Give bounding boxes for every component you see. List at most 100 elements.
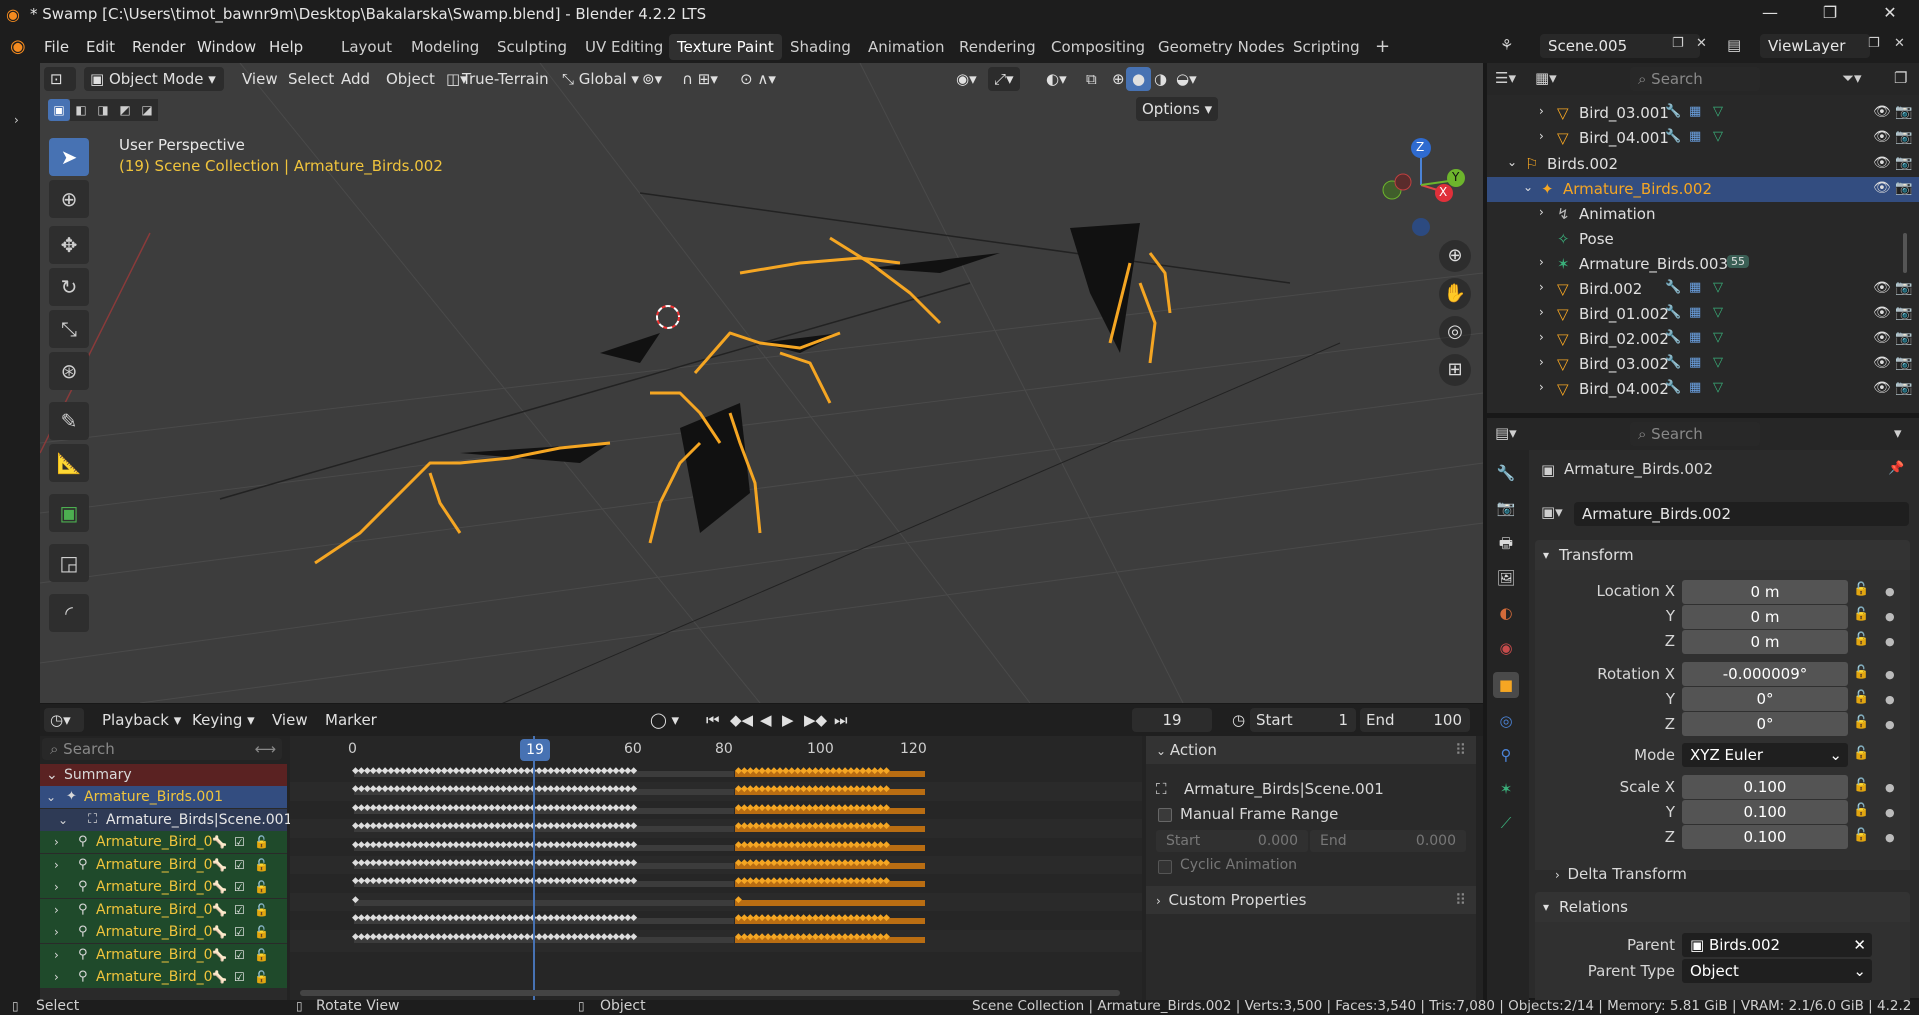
bone-icon[interactable]: 🦴 — [212, 876, 227, 898]
cyclic-animation-checkbox[interactable] — [1158, 860, 1172, 874]
channel-row-group[interactable]: › ⚲ Armature_Bird_0 🦴 ☑ 🔓 — [40, 943, 287, 966]
proportional-edit-icon[interactable]: ⊙ ∧▾ — [734, 67, 782, 91]
move-tool-icon[interactable]: ✥ — [49, 226, 89, 264]
scene-icon[interactable]: ⚘ — [1500, 36, 1513, 54]
keyframe-diamonds[interactable]: ◆◆◆◆◆◆◆◆◆◆◆◆◆◆◆◆◆◆◆◆◆◆◆◆◆◆◆◆◆◆◆◆◆◆◆◆◆◆◆◆… — [352, 766, 637, 776]
lock-icon[interactable]: 🔓 — [1853, 746, 1869, 761]
keyframe-diamonds[interactable]: ◆◆◆◆◆◆◆◆◆◆◆◆◆◆◆◆◆◆◆◆◆◆◆◆◆◆◆◆◆◆◆◆◆◆◆◆◆◆◆◆… — [352, 876, 637, 886]
eye-icon[interactable]: 👁 — [1873, 155, 1891, 171]
menu-add[interactable]: Add — [335, 67, 376, 91]
maximize-button[interactable]: ❐ — [1818, 3, 1842, 27]
chevron-down-icon[interactable]: ⌄ — [1507, 155, 1517, 169]
brush-name[interactable]: True-Terrain — [456, 67, 555, 91]
expand-arrow-icon[interactable]: › — [14, 113, 19, 127]
camera-icon[interactable]: 📷 — [1895, 180, 1912, 196]
clear-parent-icon[interactable]: ✕ — [1853, 933, 1866, 957]
object-tab-icon[interactable]: ■ — [1493, 672, 1519, 698]
selected-keyframe-diamonds[interactable]: ◆◆◆◆◆◆◆◆◆◆◆◆◆◆◆◆◆◆◆◆◆◆◆◆◆◆ — [735, 803, 890, 813]
physics-tab-icon[interactable]: ◎ — [1493, 708, 1519, 734]
keyframe-diamonds[interactable]: ◆◆◆◆◆◆◆◆◆◆◆◆◆◆◆◆◆◆◆◆◆◆◆◆◆◆◆◆◆◆◆◆◆◆◆◆◆◆◆◆… — [352, 858, 637, 868]
keyframe-dot-icon[interactable]: ● — [1885, 781, 1895, 794]
playhead-line[interactable] — [533, 736, 535, 1000]
chevron-right-icon[interactable]: › — [1539, 380, 1544, 394]
parent-field[interactable]: ▣ Birds.002 ✕ — [1682, 933, 1872, 957]
chevron-right-icon[interactable]: › — [54, 854, 59, 876]
world-tab-icon[interactable]: ◉ — [1493, 635, 1519, 661]
parent-type-dropdown[interactable]: Object ⌄ — [1682, 959, 1872, 983]
chevron-right-icon[interactable]: › — [1539, 205, 1544, 219]
rotate-tool-icon[interactable]: ↻ — [49, 268, 89, 306]
action-panel-header[interactable]: ⌄ Action ⠿ — [1146, 736, 1476, 764]
camera-icon[interactable]: 📷 — [1895, 155, 1912, 171]
menu-view[interactable]: View — [236, 67, 284, 91]
measure-tool-icon[interactable]: 📐 — [49, 444, 89, 482]
selected-keyframe-diamonds[interactable]: ◆ — [735, 895, 742, 905]
pivot-icon[interactable]: ⊚▾ — [636, 67, 668, 91]
selected-keyframe-diamonds[interactable]: ◆◆◆◆◆◆◆◆◆◆◆◆◆◆◆◆◆◆◆◆◆◆◆◆◆◆ — [735, 840, 890, 850]
scale-tool-icon[interactable]: ⤡ — [49, 310, 89, 348]
chevron-right-icon[interactable]: › — [54, 831, 59, 853]
tool-tab-icon[interactable]: 🔧 — [1493, 460, 1519, 486]
tab-sculpting[interactable]: Sculpting — [489, 34, 575, 60]
lock-icon[interactable]: 🔓 — [1853, 828, 1869, 843]
action-start-field[interactable]: Start 0.000 — [1156, 830, 1308, 852]
menu-window[interactable]: Window — [191, 35, 262, 59]
collapse-arrow-icon[interactable]: ▾ — [1894, 424, 1902, 442]
rotation-z-field[interactable]: 0° — [1682, 712, 1848, 736]
options-dropdown[interactable]: Options ▾ — [1136, 97, 1219, 121]
custom-properties-header[interactable]: › Custom Properties ⠿ — [1146, 886, 1476, 914]
keyframe-dot-icon[interactable]: ● — [1885, 585, 1895, 598]
menu-file[interactable]: File — [38, 35, 75, 59]
location-x-field[interactable]: 0 m — [1682, 580, 1848, 604]
render-tab-icon[interactable]: 📷 — [1493, 495, 1519, 521]
filter-icon[interactable]: ⏷▾ — [1842, 69, 1862, 87]
view-layer-icon[interactable]: ▤ — [1727, 36, 1741, 54]
cursor-tool-icon[interactable]: ⊕ — [49, 180, 89, 218]
chevron-right-icon[interactable]: › — [1539, 355, 1544, 369]
camera-view-icon[interactable]: ◎ — [1439, 316, 1471, 348]
dopesheet-scrollbar[interactable] — [300, 990, 1120, 996]
keyframe-diamonds[interactable]: ◆◆◆◆◆◆◆◆◆◆◆◆◆◆◆◆◆◆◆◆◆◆◆◆◆◆◆◆◆◆◆◆◆◆◆◆◆◆◆◆… — [352, 840, 637, 850]
view-layer-tab-icon[interactable]: 🖼 — [1493, 565, 1519, 591]
annotate-tool-icon[interactable]: ✎ — [49, 402, 89, 440]
camera-icon[interactable]: 📷 — [1895, 280, 1912, 296]
xray-icon[interactable]: ⧉ — [1080, 67, 1103, 91]
lock-icon[interactable]: 🔓 — [1853, 607, 1869, 622]
camera-icon[interactable]: 📷 — [1895, 305, 1912, 321]
keyframe-dot-icon[interactable]: ● — [1885, 635, 1895, 648]
chevron-right-icon[interactable]: › — [1539, 305, 1544, 319]
channel-row-group[interactable]: › ⚲ Armature_Bird_0 🦴 ☑ 🔓 — [40, 876, 287, 898]
camera-icon[interactable]: 📷 — [1895, 380, 1912, 396]
keyframe-diamonds[interactable]: ◆ — [352, 895, 359, 905]
select-tool-icon[interactable]: ➤ — [49, 138, 89, 176]
tab-layout[interactable]: Layout — [333, 34, 400, 60]
tab-compositing[interactable]: Compositing — [1043, 34, 1153, 60]
keyframe-dot-icon[interactable]: ● — [1885, 831, 1895, 844]
outliner-row[interactable]: › ▽ Bird_03.001 🔧 ▦ ▽ 👁 📷 — [1487, 101, 1919, 126]
transform-panel-header[interactable]: ▾ Transform — [1535, 540, 1910, 570]
pan-hand-icon[interactable]: ✋ — [1439, 278, 1471, 310]
chevron-down-icon[interactable]: ⌄ — [1523, 180, 1533, 194]
object-datablock-icon[interactable]: ▣▾ — [1541, 503, 1563, 521]
outliner-row[interactable]: › ▽ Bird_02.002 🔧 ▦ ▽ 👁 📷 — [1487, 327, 1919, 352]
keyframe-dot-icon[interactable]: ● — [1885, 718, 1895, 731]
channel-row-object[interactable]: ⌄ ✦ Armature_Birds.001 — [40, 786, 287, 808]
keyframe-diamonds[interactable]: ◆◆◆◆◆◆◆◆◆◆◆◆◆◆◆◆◆◆◆◆◆◆◆◆◆◆◆◆◆◆◆◆◆◆◆◆◆◆◆◆… — [352, 803, 637, 813]
gizmo-toggle-icon[interactable]: ⤢▾ — [988, 67, 1020, 91]
outliner-row[interactable]: › ▽ Bird_03.002 🔧 ▦ ▽ 👁 📷 — [1487, 352, 1919, 377]
drag-handle-icon[interactable]: ⠿ — [1455, 736, 1466, 764]
lock-icon[interactable]: 🔓 — [1853, 690, 1869, 705]
menu-select[interactable]: Select — [282, 67, 340, 91]
keyframe-dot-icon[interactable]: ● — [1885, 610, 1895, 623]
delete-view-layer-icon[interactable]: ✕ — [1894, 36, 1905, 51]
new-view-layer-icon[interactable]: ❐ — [1868, 36, 1880, 51]
camera-icon[interactable]: 📷 — [1895, 330, 1912, 346]
view-layer-field[interactable]: ViewLayer — [1760, 34, 1870, 58]
scale-z-field[interactable]: 0.100 — [1682, 825, 1848, 849]
channel-row-group[interactable]: › ⚲ Armature_Bird_0 🦴 ☑ 🔓 — [40, 921, 287, 943]
camera-icon[interactable]: 📷 — [1895, 129, 1912, 145]
ortho-grid-icon[interactable]: ⊞ — [1439, 354, 1471, 386]
scale-y-field[interactable]: 0.100 — [1682, 800, 1848, 824]
navigation-gizmo[interactable]: Z X Y — [1360, 130, 1480, 250]
frame-end-field[interactable]: End 100 — [1360, 708, 1470, 732]
